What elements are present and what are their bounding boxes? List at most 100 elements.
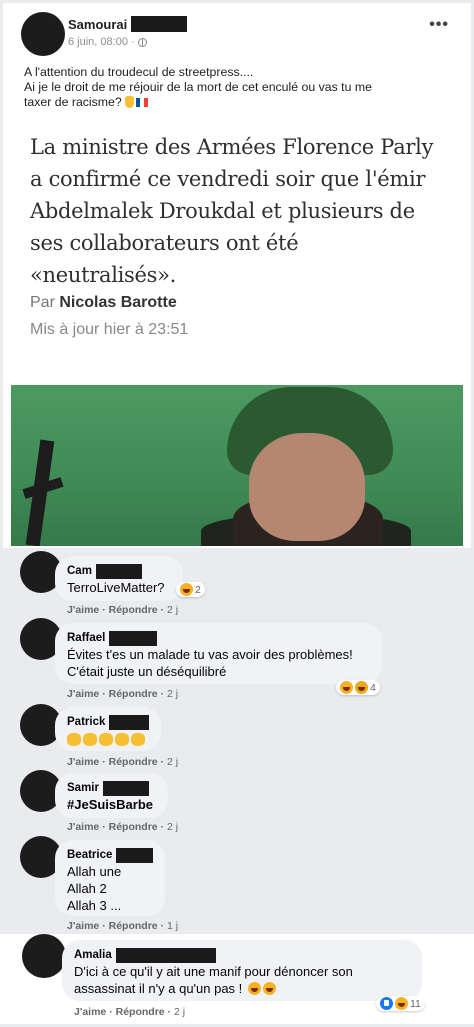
commenter-name-row: Samir	[67, 780, 156, 796]
comment-bubble: Raffael Évites t'es un malade tu vas avo…	[55, 623, 382, 684]
pointing-hand-emoji-icon	[125, 96, 135, 108]
commenter-name-row: Cam	[67, 563, 171, 579]
author-name[interactable]: Samourai	[68, 17, 127, 32]
reply-link[interactable]: Répondre	[109, 604, 158, 616]
like-link[interactable]: J'aime	[74, 1006, 106, 1018]
reply-link[interactable]: Répondre	[109, 756, 158, 768]
comment-actions: J'aime · Répondre · 2 j	[67, 821, 179, 833]
redaction-bar	[131, 16, 188, 32]
like-link[interactable]: J'aime	[67, 688, 99, 700]
comment-actions: J'aime · Répondre · 2 j	[67, 688, 179, 700]
clap-emoji-icon	[115, 733, 129, 746]
comment-bubble: Cam TerroLiveMatter?	[55, 556, 183, 601]
laughing-emoji-icon	[262, 982, 276, 995]
clap-emoji-icon	[131, 733, 145, 746]
comment-actions: J'aime · Répondre · 2 j	[67, 756, 179, 768]
comment-age[interactable]: 2 j	[167, 821, 178, 833]
comment-bubble: Samir #JeSuisBarbe	[55, 773, 168, 818]
comment-text-line-2: assassinat il n'y a qu'un pas !	[74, 981, 243, 996]
comment-age[interactable]: 1 j	[167, 920, 178, 932]
post-photo[interactable]	[11, 385, 463, 546]
post-text-line: taxer de racisme?	[24, 95, 444, 110]
reaction-count[interactable]: 11	[376, 996, 425, 1011]
comment-age[interactable]: 2 j	[167, 604, 178, 616]
article-screenshot: La ministre des Armées Florence Parly a …	[11, 123, 463, 386]
commenter-avatar[interactable]	[22, 934, 66, 978]
commenter-name-row: Raffael	[67, 630, 370, 646]
commenter-name[interactable]: Patrick	[67, 716, 105, 728]
reaction-count[interactable]: 2	[176, 582, 205, 597]
reply-link[interactable]: Répondre	[109, 688, 158, 700]
redaction-bar	[95, 563, 142, 579]
commenter-name-row: Amalia	[74, 947, 410, 963]
haha-reaction-icon	[180, 583, 193, 596]
comment: Amalia D'ici à ce qu'il y ait une manif …	[0, 934, 474, 1024]
clap-emoji-icon	[83, 733, 97, 746]
commenter-name[interactable]: Amalia	[74, 949, 112, 961]
like-link[interactable]: J'aime	[67, 756, 99, 768]
reaction-number: 4	[370, 681, 376, 694]
post-date[interactable]: 6 juin, 08:00 ·	[68, 36, 135, 48]
like-link[interactable]: J'aime	[67, 920, 99, 932]
byline-prefix: Par	[30, 294, 60, 311]
haha-reaction-icon	[340, 681, 353, 694]
comment-text-line: C'était juste un déséquilibré	[67, 664, 227, 679]
like-reaction-icon	[380, 997, 393, 1010]
comment: Patrick J'aime · Répondre · 2 j	[0, 704, 474, 768]
comment-age[interactable]: 2 j	[174, 1006, 185, 1018]
byline-author: Nicolas Barotte	[59, 294, 177, 311]
comment: Raffael Évites t'es un malade tu vas avo…	[0, 618, 474, 702]
redaction-bar	[109, 630, 158, 646]
reaction-number: 11	[410, 997, 421, 1010]
comment: Cam TerroLiveMatter? 2 J'aime · Répondre…	[0, 551, 474, 617]
clap-emoji-icon	[67, 733, 81, 746]
post-text-line-3: taxer de racisme?	[24, 95, 122, 109]
post-text: A l'attention du troudecul de streetpres…	[24, 65, 444, 110]
comment: Samir #JeSuisBarbe J'aime · Répondre · 2…	[0, 770, 474, 836]
article-byline: Par Nicolas Barotte	[30, 294, 177, 312]
commenter-name[interactable]: Raffael	[67, 632, 105, 644]
commenter-name[interactable]: Cam	[67, 565, 92, 577]
comment-text-line: D'ici à ce qu'il y ait une manif pour dé…	[74, 964, 353, 979]
like-link[interactable]: J'aime	[67, 821, 99, 833]
reply-link[interactable]: Répondre	[109, 821, 158, 833]
comment-age[interactable]: 2 j	[167, 756, 178, 768]
comment-text: TerroLiveMatter?	[67, 580, 165, 595]
redaction-bar	[102, 780, 149, 796]
comment-text-line: Allah 2	[67, 881, 107, 896]
post-author[interactable]: Samourai	[68, 16, 188, 32]
comment-bubble: Beatrice Allah une Allah 2 Allah 3 ...	[55, 840, 165, 916]
france-flag-emoji-icon	[136, 98, 149, 107]
redaction-bar	[109, 714, 149, 730]
reaction-count[interactable]: 4	[336, 680, 380, 695]
comment-text-line: Allah une	[67, 864, 122, 879]
comment-bubble: Patrick	[55, 707, 161, 751]
comment-text-line: Allah 3 ...	[67, 898, 122, 913]
photo-face-shape	[249, 433, 365, 541]
commenter-name-row: Patrick	[67, 714, 149, 730]
comment-age[interactable]: 2 j	[167, 688, 178, 700]
post-card: Samourai 6 juin, 08:00 · ••• A l'attenti…	[3, 3, 471, 548]
post-text-line: Ai je le droit de me réjouir de la mort …	[24, 80, 372, 94]
article-updated: Mis à jour hier à 23:51	[30, 321, 189, 338]
commenter-name-row: Beatrice	[67, 847, 153, 863]
comment-bubble: Amalia D'ici à ce qu'il y ait une manif …	[62, 940, 422, 1001]
more-options-icon[interactable]: •••	[429, 17, 449, 33]
author-avatar[interactable]	[21, 12, 65, 56]
commenter-name[interactable]: Samir	[67, 782, 99, 794]
comment-emoji-row	[67, 733, 149, 746]
globe-icon	[137, 37, 147, 47]
like-link[interactable]: J'aime	[67, 604, 99, 616]
comment: Beatrice Allah une Allah 2 Allah 3 ... J…	[0, 836, 474, 934]
comment-actions: J'aime · Répondre · 2 j	[74, 1006, 186, 1018]
laughing-emoji-icon	[247, 982, 261, 995]
comment-text-line: assassinat il n'y a qu'un pas !	[74, 980, 410, 997]
comment-actions: J'aime · Répondre · 2 j	[67, 604, 179, 616]
reply-link[interactable]: Répondre	[116, 1006, 165, 1018]
post-meta: 6 juin, 08:00 ·	[68, 36, 147, 48]
haha-reaction-icon	[395, 997, 408, 1010]
reply-link[interactable]: Répondre	[109, 920, 158, 932]
comment-hashtag[interactable]: #JeSuisBarbe	[67, 796, 156, 813]
redaction-bar	[116, 847, 153, 863]
commenter-name[interactable]: Beatrice	[67, 849, 112, 861]
